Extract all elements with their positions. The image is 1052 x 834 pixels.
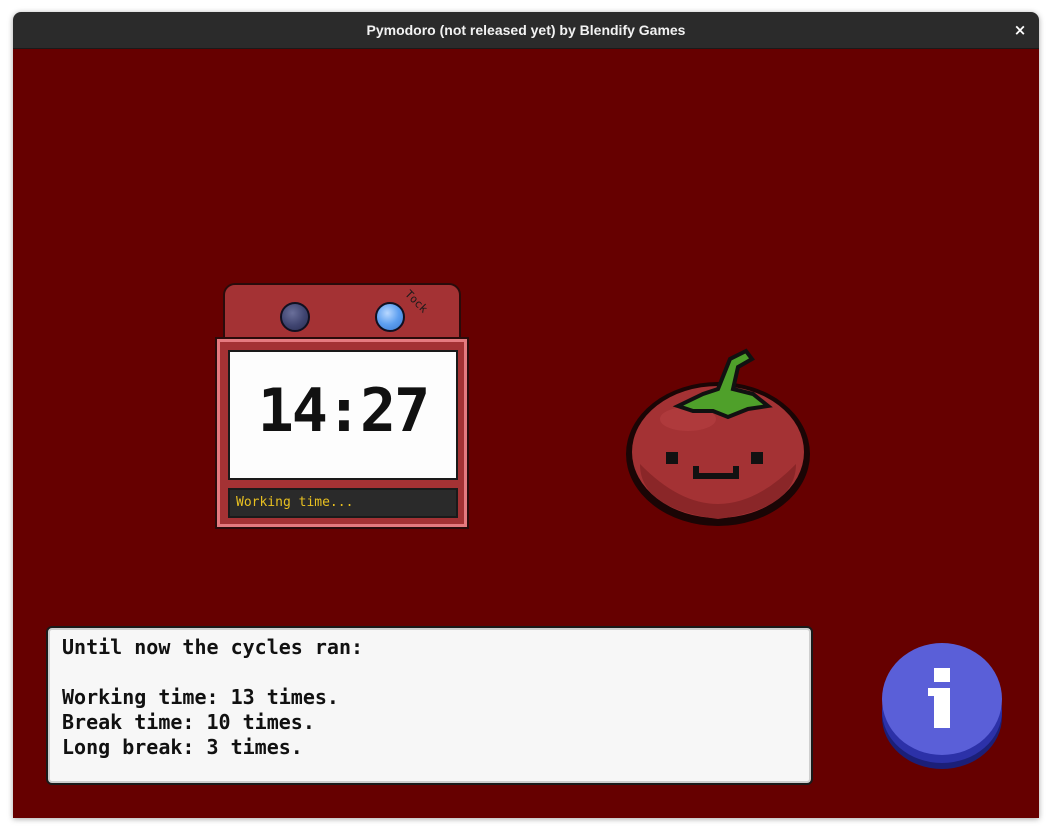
light-knob-icon[interactable] [375, 302, 405, 332]
info-button[interactable] [881, 641, 1003, 771]
timer-screen: 14:27 [228, 350, 458, 480]
timer-top: Tock [223, 283, 461, 341]
title-bar[interactable]: Pymodoro (not released yet) by Blendify … [13, 12, 1039, 49]
close-button[interactable]: × [1011, 21, 1029, 39]
dark-knob-icon[interactable] [280, 302, 310, 332]
window-title: Pymodoro (not released yet) by Blendify … [366, 22, 686, 38]
status-bar: Working time... [228, 488, 458, 518]
timer-body: 14:27 Working time... [215, 337, 469, 529]
stats-long-break: Long break: 3 times. [62, 735, 303, 759]
status-text: Working time... [236, 495, 354, 510]
stats-heading: Until now the cycles ran: [62, 635, 364, 659]
app-window: Pymodoro (not released yet) by Blendify … [13, 12, 1039, 818]
timer-display: 14:27 [257, 376, 431, 446]
stats-break: Break time: 10 times. [62, 710, 315, 734]
tomato-icon [626, 348, 810, 526]
tock-label: Tock [402, 287, 431, 316]
game-canvas: Tock 14:27 Working time... Until now the… [13, 49, 1039, 818]
stats-working: Working time: 13 times. [62, 685, 339, 709]
cycle-stats-panel: Until now the cycles ran: Working time: … [46, 626, 813, 785]
